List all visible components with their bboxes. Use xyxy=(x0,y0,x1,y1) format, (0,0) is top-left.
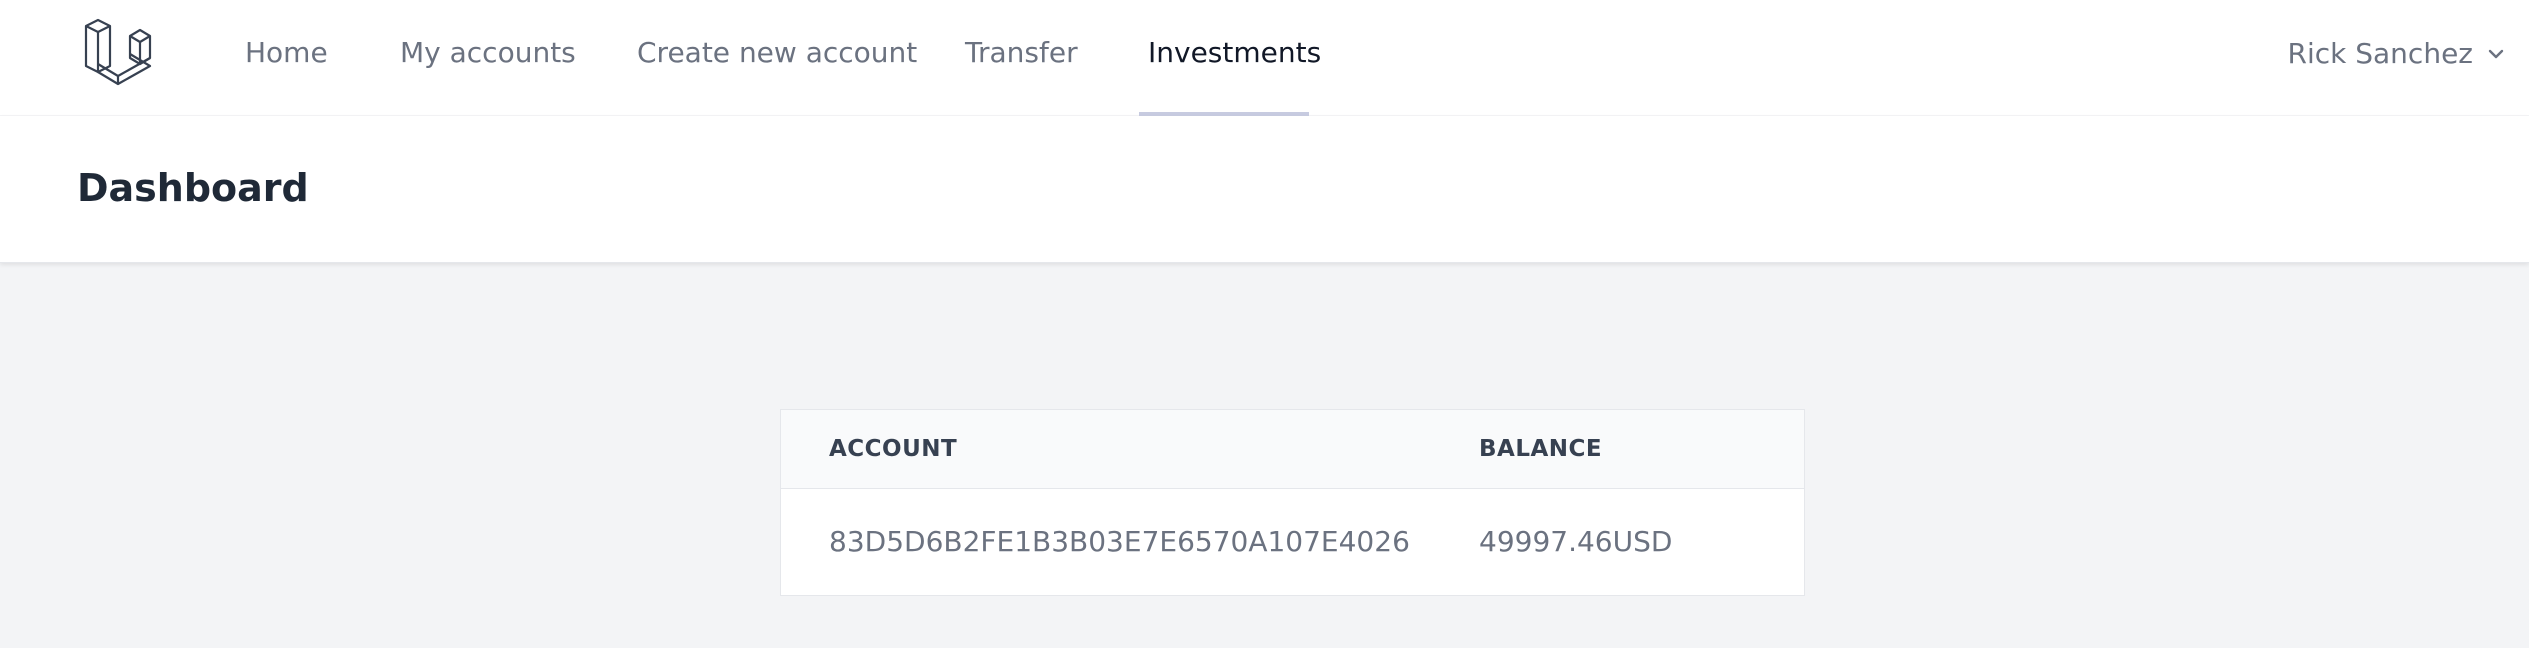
top-navbar: Home My accounts Create new account Tran… xyxy=(0,0,2529,116)
chevron-down-icon xyxy=(2487,37,2505,70)
page-header: Dashboard xyxy=(0,116,2529,263)
accounts-table: ACCOUNT BALANCE 83D5D6B2FE1B3B03E7E6570A… xyxy=(780,409,1805,596)
nav-link-transfer[interactable]: Transfer xyxy=(965,0,1078,116)
nav-link-home[interactable]: Home xyxy=(245,0,328,116)
nav-link-create-new-account[interactable]: Create new account xyxy=(637,0,917,116)
laravel-logo-icon[interactable] xyxy=(82,16,156,90)
user-menu-dropdown[interactable]: Rick Sanchez xyxy=(2288,0,2506,106)
column-header-account: ACCOUNT xyxy=(829,436,958,462)
nav-link-my-accounts[interactable]: My accounts xyxy=(400,0,576,116)
balance-cell: 49997.46USD xyxy=(1479,525,1673,558)
account-id-cell: 83D5D6B2FE1B3B03E7E6570A107E4026 xyxy=(829,525,1410,558)
nav-link-investments[interactable]: Investments xyxy=(1148,0,1321,116)
column-header-balance: BALANCE xyxy=(1479,436,1603,462)
user-name: Rick Sanchez xyxy=(2287,36,2474,70)
table-header: ACCOUNT BALANCE xyxy=(781,410,1804,489)
page-title: Dashboard xyxy=(77,166,309,210)
